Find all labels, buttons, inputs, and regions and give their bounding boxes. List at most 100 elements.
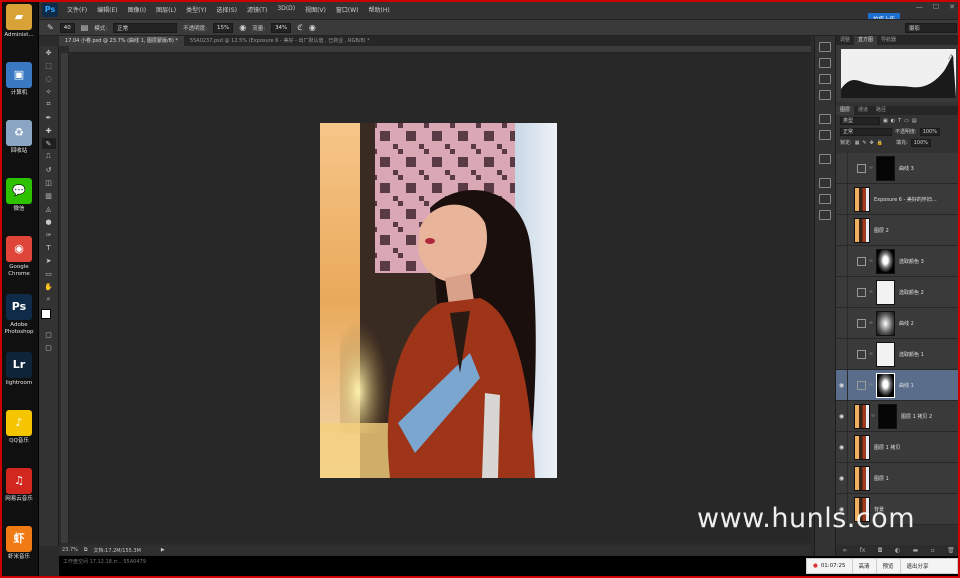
marquee-tool-icon[interactable]: ⬚ (42, 60, 56, 71)
minimize-icon[interactable]: — (916, 3, 923, 11)
brush-presets-icon[interactable] (819, 210, 831, 220)
layer-mask-thumbnail[interactable] (876, 279, 895, 305)
layer-mask-thumbnail[interactable] (876, 372, 895, 398)
pen-tool-icon[interactable]: ✑ (42, 229, 56, 240)
history-icon[interactable] (819, 42, 831, 52)
menu-item[interactable]: 3D(D) (272, 5, 300, 14)
menu-item[interactable]: 视图(V) (300, 5, 331, 14)
lock-pixels-icon[interactable]: ✎ (862, 140, 866, 146)
brush-tool-icon[interactable]: ✎ (47, 23, 54, 32)
layer-row[interactable]: ◉ 图层 1 (836, 463, 960, 494)
layer-row[interactable]: ◉ ∞ 曲线 1 (836, 370, 960, 401)
color-icon[interactable] (819, 58, 831, 68)
actions-icon[interactable] (819, 154, 831, 164)
delete-layer-icon[interactable]: 🗑 (947, 547, 955, 554)
stamp-tool-icon[interactable]: ⎍ (42, 151, 56, 162)
filter-adjust-icon[interactable]: ◐ (891, 118, 895, 124)
brush-tool-icon[interactable]: ✎ (41, 138, 56, 149)
exit-share-button[interactable]: 退出分享 (901, 559, 935, 573)
desktop-icon[interactable]: ◉ Google Chrome (1, 236, 37, 277)
layer-visibility-toggle[interactable] (836, 184, 848, 214)
layer-mask-thumbnail[interactable] (878, 403, 897, 429)
menu-item[interactable]: 编辑(E) (92, 5, 122, 14)
mask-link-icon[interactable]: ∞ (868, 258, 874, 264)
layer-visibility-toggle[interactable] (836, 153, 848, 183)
add-mask-icon[interactable]: ◘ (878, 547, 883, 554)
link-layers-icon[interactable]: ∞ (842, 547, 847, 554)
layer-row[interactable]: ∞ 曲线 3 (836, 153, 960, 184)
move-tool-icon[interactable]: ✥ (42, 47, 56, 58)
mask-link-icon[interactable]: ∞ (868, 382, 874, 388)
menu-item[interactable]: 选择(S) (211, 5, 242, 14)
preview-button[interactable]: 预览 (877, 559, 901, 573)
panel-tab[interactable]: 直方图 (854, 36, 878, 45)
menu-item[interactable]: 滤镜(T) (242, 5, 272, 14)
desktop-icon[interactable]: ▣ 计算机 (1, 62, 37, 97)
pressure-opacity-icon[interactable]: ◉ (239, 23, 246, 32)
fill-input[interactable]: 100% (910, 138, 932, 147)
type-tool-icon[interactable]: T (42, 242, 56, 253)
menu-item[interactable]: 帮助(H) (364, 5, 395, 14)
mask-link-icon[interactable]: ∞ (868, 351, 874, 357)
desktop-icon[interactable]: ▰ Administ... (1, 4, 37, 39)
layer-visibility-toggle[interactable]: ◉ (836, 401, 848, 431)
layer-opacity-input[interactable]: 100% (919, 127, 940, 136)
desktop-icon[interactable]: 💬 微信 (1, 178, 37, 213)
zoom-tool-icon[interactable]: ⌕ (42, 294, 56, 305)
flow-input[interactable]: 34% (271, 22, 292, 33)
menu-item[interactable]: 图层(L) (151, 5, 181, 14)
portrait-photo[interactable] (320, 123, 557, 478)
blend-mode-select[interactable]: 正常 (840, 127, 892, 136)
mode-select[interactable]: 正常 (113, 22, 178, 33)
healing-tool-icon[interactable]: ✚ (42, 125, 56, 136)
layer-mask-thumbnail[interactable] (876, 341, 895, 367)
document-tab[interactable]: 55A0237.psd @ 12.5% (Exposure 6 - 美好 - 出… (184, 36, 376, 46)
paragraph-icon[interactable] (819, 130, 831, 140)
layer-visibility-toggle[interactable] (836, 246, 848, 276)
layer-kind-select[interactable]: 类型 (840, 116, 880, 125)
export-icon[interactable]: ⧉ (84, 547, 88, 553)
layer-mask-thumbnail[interactable] (876, 310, 895, 336)
filter-type-icon[interactable]: T (898, 118, 901, 124)
panel-tab[interactable]: 通道 (854, 106, 872, 115)
new-adjustment-icon[interactable]: ◐ (895, 547, 900, 554)
layer-visibility-toggle[interactable] (836, 215, 848, 245)
eyedropper-tool-icon[interactable]: ✒ (42, 112, 56, 123)
lock-position-icon[interactable]: ✥ (870, 140, 874, 146)
layer-row[interactable]: 图层 2 (836, 215, 960, 246)
desktop-icon[interactable]: Ps Adobe Photoshop (1, 294, 37, 335)
gradient-tool-icon[interactable]: ▥ (42, 190, 56, 201)
maximize-icon[interactable]: ☐ (933, 3, 939, 11)
mask-link-icon[interactable]: ∞ (868, 289, 874, 295)
brush-size-picker[interactable]: 40 (59, 22, 75, 33)
filter-shape-icon[interactable]: ▭ (904, 118, 909, 124)
quickmask-icon[interactable]: ▢ (42, 329, 56, 340)
new-layer-icon[interactable]: ▫ (931, 547, 935, 554)
lock-all-icon[interactable]: 🔒 (877, 140, 883, 146)
screen-mode-icon[interactable]: ▢ (42, 342, 56, 353)
panel-tab[interactable]: 图层 (836, 106, 855, 115)
zoom-readout[interactable]: 23.7% (62, 547, 78, 553)
menu-item[interactable]: 类型(Y) (181, 5, 211, 14)
path-select-tool-icon[interactable]: ➤ (42, 255, 56, 266)
panel-tab[interactable]: 路径 (872, 106, 890, 115)
close-icon[interactable]: ✕ (949, 3, 955, 11)
crop-tool-icon[interactable]: ⌗ (42, 99, 56, 110)
quick-select-tool-icon[interactable]: ✧ (42, 86, 56, 97)
pressure-size-icon[interactable]: ◉ (309, 23, 316, 32)
desktop-icon[interactable]: Lr lightroom (1, 352, 37, 387)
layer-row[interactable]: ∞ 选取颜色 2 (836, 277, 960, 308)
swatches-icon[interactable] (819, 74, 831, 84)
hd-button[interactable]: 高清 (853, 559, 877, 573)
layer-row[interactable]: ◉ ∞ 图层 1 拷贝 2 (836, 401, 960, 432)
layer-visibility-toggle[interactable] (836, 277, 848, 307)
layer-visibility-toggle[interactable]: ◉ (836, 432, 848, 462)
menu-item[interactable]: 窗口(W) (331, 5, 364, 14)
lasso-tool-icon[interactable]: ◌ (42, 73, 56, 84)
character-icon[interactable] (819, 114, 831, 124)
mask-link-icon[interactable]: ∞ (868, 320, 874, 326)
layer-row[interactable]: ◉ 图层 1 拷贝 (836, 432, 960, 463)
desktop-icon[interactable]: ♪ QQ音乐 (1, 410, 37, 445)
shape-tool-icon[interactable]: ▭ (42, 268, 56, 279)
brush-panel-icon[interactable]: ▤ (81, 23, 89, 32)
